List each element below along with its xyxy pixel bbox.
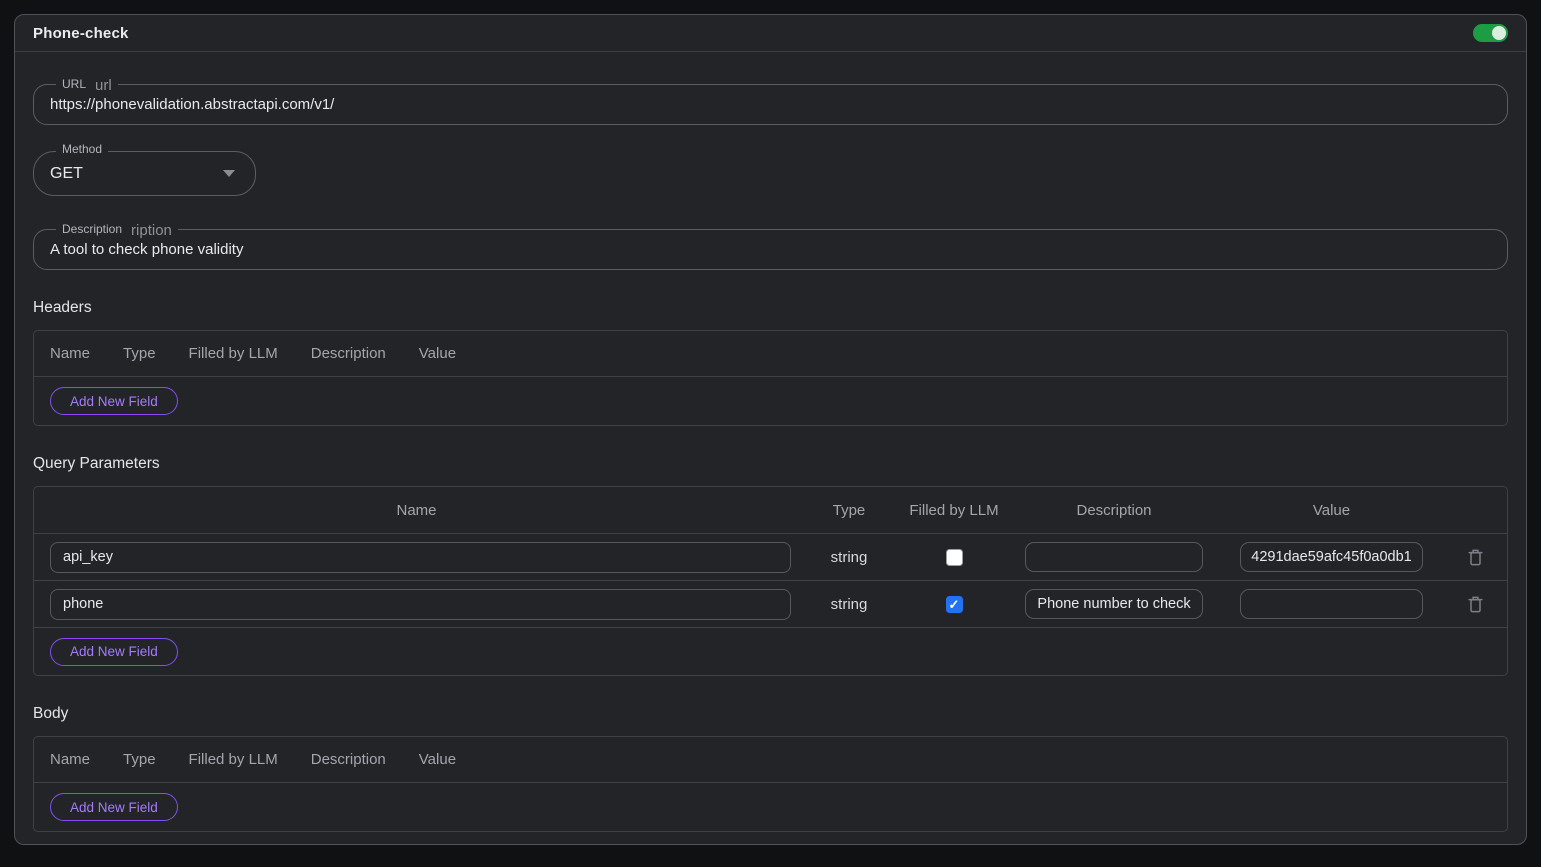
query-params-section-title: Query Parameters [33, 455, 1508, 473]
body-table-head: Name Type Filled by LLM Description Valu… [34, 737, 1507, 783]
qp-actions-cell [1444, 545, 1507, 570]
table-row-phone: string [34, 580, 1507, 627]
headers-add-field-button[interactable]: Add New Field [50, 387, 178, 415]
filled-by-llm-checkbox[interactable] [946, 596, 963, 613]
query-params-add-field-button[interactable]: Add New Field [50, 638, 178, 666]
body-col-value: Value [419, 751, 456, 768]
url-input[interactable] [50, 96, 1491, 113]
headers-col-type: Type [123, 345, 156, 362]
delete-row-button[interactable] [1464, 592, 1487, 617]
query-params-table: Name Type Filled by LLM Description Valu… [33, 486, 1508, 676]
delete-row-button[interactable] [1464, 545, 1487, 570]
method-label-text: Method [62, 143, 102, 155]
body-section-title: Body [33, 705, 1508, 723]
trash-icon [1468, 596, 1483, 613]
description-input[interactable] [50, 241, 1491, 258]
qp-col-value: Value [1219, 502, 1444, 519]
method-value: GET [50, 165, 83, 183]
headers-col-description: Description [311, 345, 386, 362]
qp-name-cell [34, 542, 799, 573]
qp-col-filled-by-llm: Filled by LLM [899, 502, 1009, 519]
qp-llm-cell [899, 596, 1009, 613]
tool-enabled-toggle[interactable] [1473, 24, 1508, 42]
param-type-label: string [799, 549, 899, 566]
body-col-name: Name [50, 751, 90, 768]
headers-col-name: Name [50, 345, 90, 362]
description-legend-text: ription [131, 223, 172, 238]
description-label-text: Description [62, 223, 122, 235]
body-col-type: Type [123, 751, 156, 768]
content-area: URL url Method GET Description ription H… [15, 84, 1526, 845]
qp-value-cell [1219, 542, 1444, 572]
query-params-table-head: Name Type Filled by LLM Description Valu… [34, 487, 1507, 533]
table-row-api-key: string [34, 533, 1507, 580]
param-description-input[interactable] [1025, 542, 1203, 572]
url-legend-text: url [95, 78, 112, 93]
qp-name-cell [34, 589, 799, 620]
param-type-label: string [799, 596, 899, 613]
filled-by-llm-checkbox[interactable] [946, 549, 963, 566]
page-title: Phone-check [33, 25, 129, 42]
param-description-input[interactable] [1025, 589, 1203, 619]
url-label-text: URL [62, 78, 86, 90]
qp-desc-cell [1009, 542, 1219, 572]
headers-col-filled-by-llm: Filled by LLM [189, 345, 278, 362]
headers-table-head: Name Type Filled by LLM Description Valu… [34, 331, 1507, 377]
query-params-button-row: Add New Field [34, 627, 1507, 675]
trash-icon [1468, 549, 1483, 566]
headers-button-row: Add New Field [34, 377, 1507, 425]
method-select[interactable]: Method GET [33, 151, 256, 196]
param-name-input[interactable] [50, 542, 791, 573]
qp-col-description: Description [1009, 502, 1219, 519]
url-field: URL url [33, 84, 1508, 125]
headers-section-title: Headers [33, 299, 1508, 317]
param-value-input[interactable] [1240, 542, 1423, 572]
qp-desc-cell [1009, 589, 1219, 619]
body-col-filled-by-llm: Filled by LLM [189, 751, 278, 768]
body-button-row: Add New Field [34, 783, 1507, 831]
method-field-label: Method [56, 143, 108, 155]
qp-llm-cell [899, 549, 1009, 566]
qp-col-name: Name [34, 502, 799, 519]
param-value-input[interactable] [1240, 589, 1423, 619]
qp-value-cell [1219, 589, 1444, 619]
title-bar: Phone-check [15, 15, 1526, 52]
param-name-input[interactable] [50, 589, 791, 620]
body-add-field-button[interactable]: Add New Field [50, 793, 178, 821]
chevron-down-icon [223, 170, 235, 177]
body-col-description: Description [311, 751, 386, 768]
qp-col-type: Type [799, 502, 899, 519]
headers-table: Name Type Filled by LLM Description Valu… [33, 330, 1508, 426]
description-field-label: Description ription [56, 221, 178, 236]
qp-actions-cell [1444, 592, 1507, 617]
tool-config-panel: Phone-check URL url Method GET Descript [14, 14, 1527, 845]
url-field-label: URL url [56, 76, 118, 91]
description-field: Description ription [33, 229, 1508, 270]
tool-enabled-toggle-input[interactable] [1473, 24, 1508, 42]
body-table: Name Type Filled by LLM Description Valu… [33, 736, 1508, 832]
headers-col-value: Value [419, 345, 456, 362]
